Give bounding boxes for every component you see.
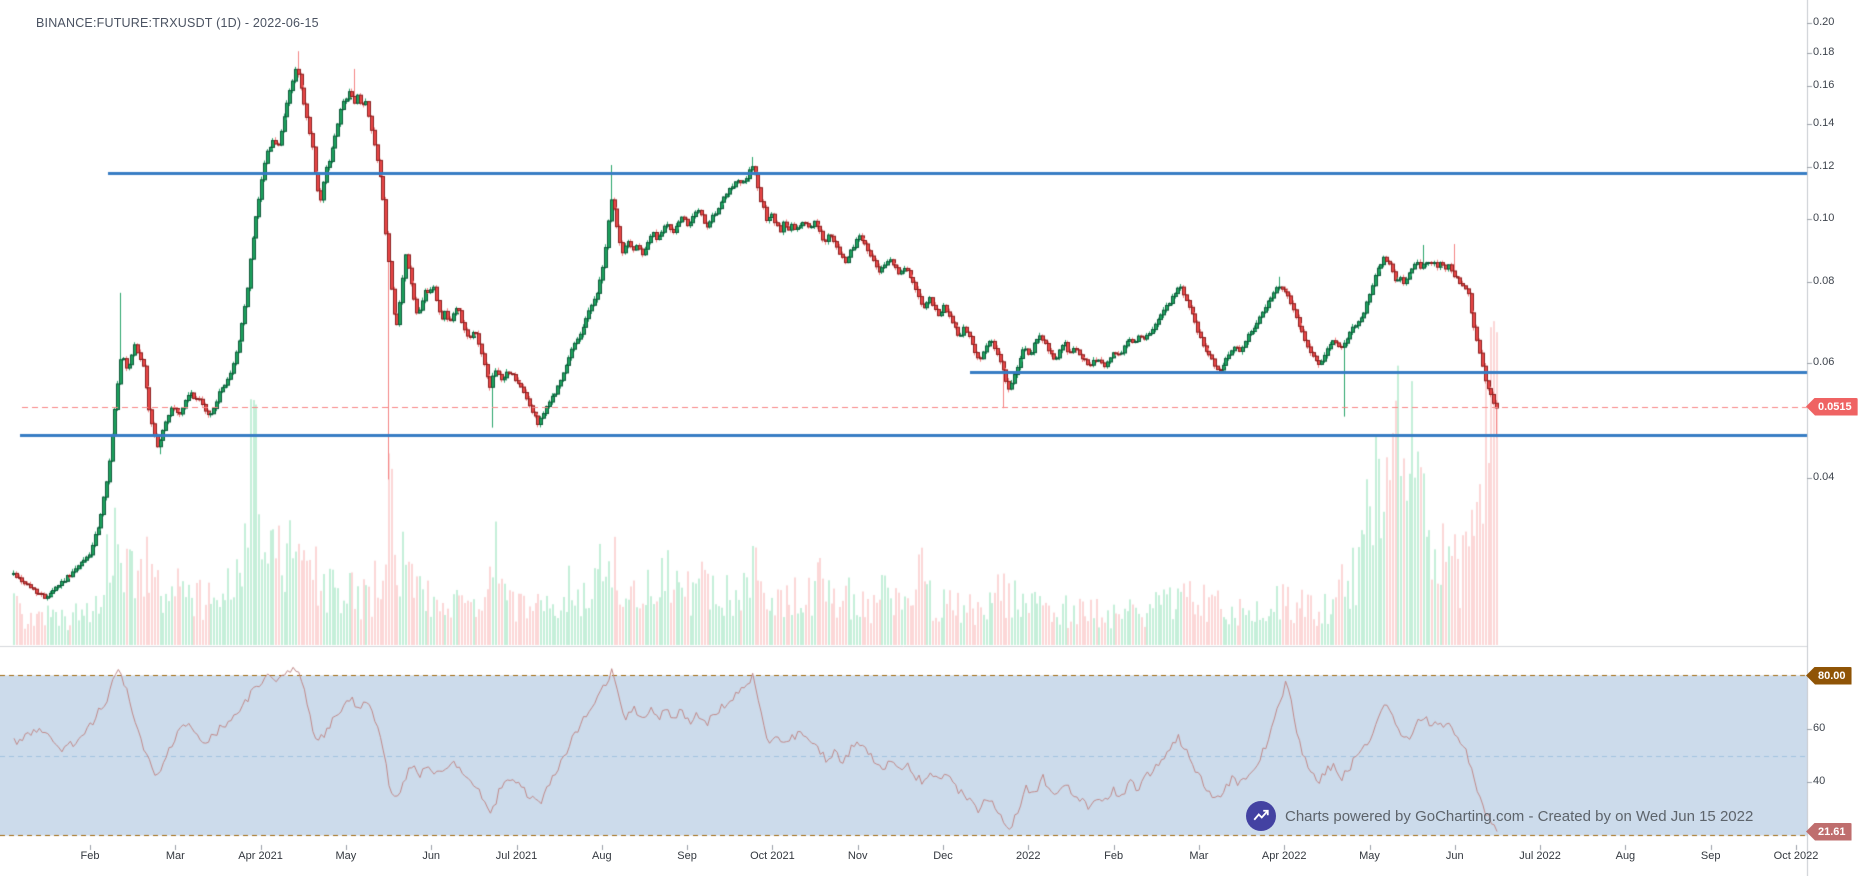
- price-tick-label: 0.08: [1813, 275, 1834, 287]
- time-axis-label: Aug: [592, 850, 612, 862]
- rsi-overbought-label: 80.00: [1806, 667, 1852, 685]
- rsi-tick-label: 40: [1813, 775, 1825, 787]
- price-tick-label: 0.14: [1813, 117, 1834, 129]
- rsi-current-value-label: 21.61: [1806, 823, 1852, 841]
- candlestick-chart-canvas[interactable]: [0, 0, 1863, 876]
- time-axis-label: Oct 2022: [1774, 850, 1819, 862]
- price-tick-label: 0.18: [1813, 46, 1834, 58]
- price-tick-label: 0.12: [1813, 160, 1834, 172]
- time-axis-label: Apr 2021: [238, 850, 283, 862]
- time-axis-label: May: [1359, 850, 1380, 862]
- time-axis-label: Apr 2022: [1262, 850, 1307, 862]
- time-axis-label: Oct 2021: [750, 850, 795, 862]
- time-axis-label: Aug: [1616, 850, 1636, 862]
- last-price-label: 0.0515: [1806, 398, 1858, 416]
- time-axis-label: Sep: [677, 850, 697, 862]
- time-axis-label: Nov: [848, 850, 868, 862]
- trending-up-icon: [1246, 801, 1276, 831]
- price-tick-label: 0.10: [1813, 212, 1834, 224]
- time-axis-label: Feb: [1104, 850, 1123, 862]
- chart-title: BINANCE:FUTURE:TRXUSDT (1D) - 2022-06-15: [36, 16, 319, 30]
- time-axis-label: Feb: [81, 850, 100, 862]
- time-axis-label: Mar: [166, 850, 185, 862]
- time-axis-label: May: [336, 850, 357, 862]
- gocharting-watermark: Charts powered by GoCharting.com - Creat…: [1246, 801, 1753, 831]
- time-axis-label: 2022: [1016, 850, 1040, 862]
- price-tick-label: 0.20: [1813, 16, 1834, 28]
- time-axis-label: Dec: [933, 850, 953, 862]
- watermark-text: Charts powered by GoCharting.com - Creat…: [1285, 808, 1753, 825]
- price-tick-label: 0.16: [1813, 79, 1834, 91]
- time-axis-label: Jun: [422, 850, 440, 862]
- price-tick-label: 0.06: [1813, 356, 1834, 368]
- time-axis-label: Jul 2021: [496, 850, 538, 862]
- rsi-tick-label: 60: [1813, 722, 1825, 734]
- price-tick-label: 0.04: [1813, 471, 1834, 483]
- time-axis-label: Sep: [1701, 850, 1721, 862]
- time-axis-label: Jul 2022: [1519, 850, 1561, 862]
- time-axis-label: Mar: [1189, 850, 1208, 862]
- chart-root: BINANCE:FUTURE:TRXUSDT (1D) - 2022-06-15…: [0, 0, 1863, 876]
- time-axis-label: Jun: [1446, 850, 1464, 862]
